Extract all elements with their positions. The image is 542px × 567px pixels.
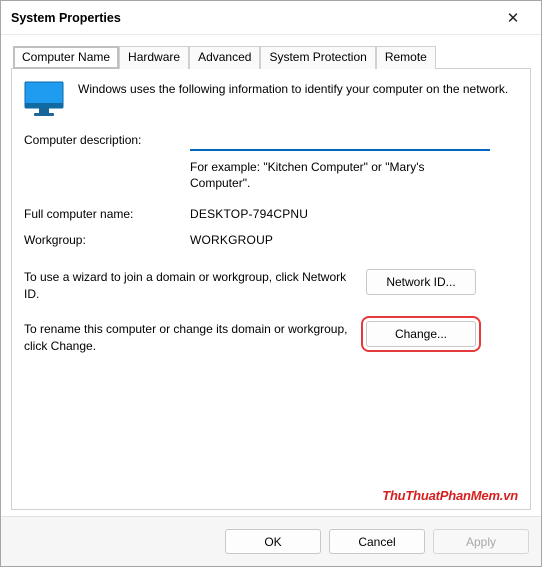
tab-system-protection[interactable]: System Protection (260, 46, 375, 69)
tab-label: System Protection (269, 50, 366, 64)
tab-label: Computer Name (22, 50, 110, 64)
network-id-button[interactable]: Network ID... (366, 269, 476, 295)
tab-strip: Computer Name Hardware Advanced System P… (13, 45, 531, 68)
dialog-body: Computer Name Hardware Advanced System P… (1, 35, 541, 516)
close-button[interactable]: ✕ (491, 3, 535, 33)
apply-button[interactable]: Apply (433, 529, 529, 554)
tab-remote[interactable]: Remote (376, 46, 436, 69)
computer-description-label: Computer description: (24, 131, 184, 147)
button-label: Change... (395, 327, 447, 341)
tab-hardware[interactable]: Hardware (119, 46, 189, 69)
network-id-row: To use a wizard to join a domain or work… (24, 269, 518, 303)
close-icon: ✕ (507, 9, 520, 27)
tab-label: Advanced (198, 50, 251, 64)
window-title: System Properties (11, 11, 491, 25)
ok-button[interactable]: OK (225, 529, 321, 554)
tab-panel-computer-name: Windows uses the following information t… (11, 68, 531, 510)
cancel-button[interactable]: Cancel (329, 529, 425, 554)
workgroup-label: Workgroup: (24, 227, 184, 247)
tab-label: Remote (385, 50, 427, 64)
change-description: To rename this computer or change its do… (24, 321, 354, 355)
intro-row: Windows uses the following information t… (24, 81, 518, 117)
computer-description-input[interactable] (190, 131, 490, 151)
watermark-text: ThuThuatPhanMem.vn (382, 488, 518, 503)
computer-description-field-wrap (190, 131, 518, 153)
system-properties-window: System Properties ✕ Computer Name Hardwa… (0, 0, 542, 567)
button-label: Network ID... (386, 275, 455, 289)
tab-label: Hardware (128, 50, 180, 64)
change-button[interactable]: Change... (366, 321, 476, 347)
button-label: Apply (466, 535, 496, 549)
tab-computer-name[interactable]: Computer Name (13, 46, 119, 69)
workgroup-value: WORKGROUP (190, 227, 518, 247)
button-label: Cancel (358, 535, 395, 549)
dialog-footer: OK Cancel Apply (1, 516, 541, 566)
titlebar: System Properties ✕ (1, 1, 541, 35)
computer-description-example: For example: "Kitchen Computer" or "Mary… (190, 159, 518, 191)
full-computer-name-label: Full computer name: (24, 197, 184, 221)
network-id-description: To use a wizard to join a domain or work… (24, 269, 354, 303)
intro-text: Windows uses the following information t… (78, 81, 508, 98)
form-grid: Computer description: For example: "Kitc… (24, 131, 518, 247)
button-label: OK (264, 535, 281, 549)
monitor-icon (24, 81, 64, 117)
full-computer-name-value: DESKTOP-794CPNU (190, 197, 518, 221)
tab-advanced[interactable]: Advanced (189, 46, 260, 69)
change-row: To rename this computer or change its do… (24, 321, 518, 355)
